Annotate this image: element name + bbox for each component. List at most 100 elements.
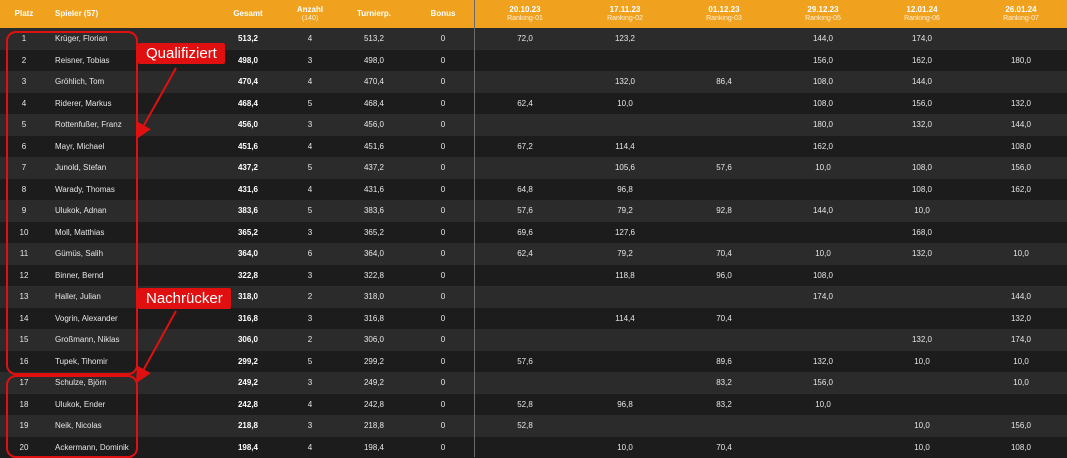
- header-date: 29.12.23: [807, 5, 838, 14]
- cell-anzahl: 5: [290, 93, 330, 115]
- table-row[interactable]: 3Gröhlich, Tom470,44470,40132,086,4108,0…: [0, 71, 1067, 93]
- cell-ranking-4: [793, 222, 853, 244]
- header-ranking: Ranking-01: [507, 15, 543, 23]
- table-row[interactable]: 5Rottenfußer, Franz456,03456,00180,0132,…: [0, 114, 1067, 136]
- table-row[interactable]: 11Gümüs, Salih364,06364,0062,479,270,410…: [0, 243, 1067, 265]
- cell-ranking-3: [694, 114, 754, 136]
- table-row[interactable]: 12Binner, Bernd322,83322,80118,896,0108,…: [0, 265, 1067, 287]
- cell-anzahl: 3: [290, 222, 330, 244]
- cell-ranking-6: 108,0: [991, 437, 1051, 458]
- cell-ranking-6: 156,0: [991, 157, 1051, 179]
- cell-bonus: 0: [425, 222, 461, 244]
- table-row[interactable]: 14Vogrin, Alexander316,83316,80114,470,4…: [0, 308, 1067, 330]
- cell-turnierp: 299,2: [350, 351, 398, 373]
- header-date-5[interactable]: 12.01.24 Ranking-06: [892, 0, 952, 28]
- cell-gesamt: 316,8: [225, 308, 271, 330]
- cell-ranking-4: 132,0: [793, 351, 853, 373]
- cell-gesamt: 249,2: [225, 372, 271, 394]
- header-platz[interactable]: Platz: [0, 0, 48, 28]
- cell-ranking-3: 70,4: [694, 308, 754, 330]
- table-row[interactable]: 16Tupek, Tihomir299,25299,2057,689,6132,…: [0, 351, 1067, 373]
- cell-ranking-3: 70,4: [694, 437, 754, 458]
- cell-ranking-3: 57,6: [694, 157, 754, 179]
- header-date-2[interactable]: 17.11.23 Ranking-02: [595, 0, 655, 28]
- cell-ranking-4: 108,0: [793, 93, 853, 115]
- cell-ranking-6: 174,0: [991, 329, 1051, 351]
- header-date: 17.11.23: [610, 5, 641, 14]
- cell-ranking-6: 180,0: [991, 50, 1051, 72]
- qualified-label: Qualifiziert: [138, 43, 225, 64]
- table-row[interactable]: 8Warady, Thomas431,64431,6064,896,8108,0…: [0, 179, 1067, 201]
- cell-ranking-1: 52,8: [495, 415, 555, 437]
- cell-ranking-5: 132,0: [892, 243, 952, 265]
- cell-gesamt: 364,0: [225, 243, 271, 265]
- cell-bonus: 0: [425, 329, 461, 351]
- header-spieler[interactable]: Spieler (57): [55, 0, 195, 28]
- cell-ranking-6: 132,0: [991, 308, 1051, 330]
- cell-ranking-3: 86,4: [694, 71, 754, 93]
- table-row[interactable]: 15Großmann, Niklas306,02306,00132,0174,0: [0, 329, 1067, 351]
- cell-bonus: 0: [425, 351, 461, 373]
- column-divider: [474, 0, 475, 457]
- cell-ranking-3: 92,8: [694, 200, 754, 222]
- table-row[interactable]: 7Junold, Stefan437,25437,20105,657,610,0…: [0, 157, 1067, 179]
- cell-ranking-5: 132,0: [892, 114, 952, 136]
- cell-turnierp: 318,0: [350, 286, 398, 308]
- table-row[interactable]: 4Riderer, Markus468,45468,4062,410,0108,…: [0, 93, 1067, 115]
- cell-ranking-5: 162,0: [892, 50, 952, 72]
- cell-ranking-3: 83,2: [694, 394, 754, 416]
- cell-ranking-1: [495, 372, 555, 394]
- cell-ranking-3: [694, 179, 754, 201]
- header-anzahl[interactable]: Anzahl (140): [290, 0, 330, 28]
- cell-ranking-1: 72,0: [495, 28, 555, 50]
- cell-anzahl: 3: [290, 308, 330, 330]
- cell-ranking-2: [595, 351, 655, 373]
- header-bonus[interactable]: Bonus: [425, 0, 461, 28]
- cell-gesamt: 318,0: [225, 286, 271, 308]
- header-date-3[interactable]: 01.12.23 Ranking-03: [694, 0, 754, 28]
- cell-turnierp: 364,0: [350, 243, 398, 265]
- table-row[interactable]: 10Moll, Matthias365,23365,2069,6127,6168…: [0, 222, 1067, 244]
- table-row[interactable]: 19Neik, Nicolas218,83218,8052,810,0156,0: [0, 415, 1067, 437]
- header-date-1[interactable]: 20.10.23 Ranking-01: [495, 0, 555, 28]
- cell-ranking-5: 108,0: [892, 179, 952, 201]
- ranking-table-body: 1Krüger, Florian513,24513,2072,0123,2144…: [0, 28, 1067, 458]
- cell-ranking-2: 96,8: [595, 394, 655, 416]
- cell-ranking-6: [991, 200, 1051, 222]
- cell-ranking-1: 57,6: [495, 200, 555, 222]
- cell-ranking-3: [694, 136, 754, 158]
- table-row[interactable]: 17Schulze, Björn249,23249,2083,2156,010,…: [0, 372, 1067, 394]
- header-gesamt[interactable]: Gesamt: [225, 0, 271, 28]
- cell-anzahl: 4: [290, 394, 330, 416]
- cell-ranking-4: 10,0: [793, 243, 853, 265]
- table-row[interactable]: 20Ackermann, Dominik198,44198,4010,070,4…: [0, 437, 1067, 458]
- cell-turnierp: 470,4: [350, 71, 398, 93]
- header-date-6[interactable]: 26.01.24 Ranking-07: [991, 0, 1051, 28]
- cell-ranking-5: 10,0: [892, 415, 952, 437]
- cell-ranking-6: [991, 265, 1051, 287]
- cell-turnierp: 383,6: [350, 200, 398, 222]
- cell-turnierp: 468,4: [350, 93, 398, 115]
- cell-bonus: 0: [425, 265, 461, 287]
- cell-gesamt: 306,0: [225, 329, 271, 351]
- header-date-4[interactable]: 29.12.23 Ranking-05: [793, 0, 853, 28]
- header-ranking: Ranking-07: [1003, 15, 1039, 23]
- cell-ranking-3: [694, 222, 754, 244]
- cell-ranking-4: 108,0: [793, 71, 853, 93]
- table-row[interactable]: 9Ulukok, Adnan383,65383,6057,679,292,814…: [0, 200, 1067, 222]
- header-turnierp[interactable]: Turnierp.: [350, 0, 398, 28]
- table-row[interactable]: 6Mayr, Michael451,64451,6067,2114,4162,0…: [0, 136, 1067, 158]
- header-date: 20.10.23: [509, 5, 540, 14]
- cell-ranking-4: 144,0: [793, 28, 853, 50]
- cell-ranking-2: 79,2: [595, 243, 655, 265]
- cell-turnierp: 456,0: [350, 114, 398, 136]
- cell-ranking-2: 10,0: [595, 93, 655, 115]
- cell-ranking-2: [595, 50, 655, 72]
- cell-gesamt: 218,8: [225, 415, 271, 437]
- cell-ranking-5: 10,0: [892, 351, 952, 373]
- cell-bonus: 0: [425, 394, 461, 416]
- cell-turnierp: 431,6: [350, 179, 398, 201]
- cell-anzahl: 3: [290, 415, 330, 437]
- cell-anzahl: 5: [290, 351, 330, 373]
- table-row[interactable]: 18Ulukok, Ender242,84242,8052,896,883,21…: [0, 394, 1067, 416]
